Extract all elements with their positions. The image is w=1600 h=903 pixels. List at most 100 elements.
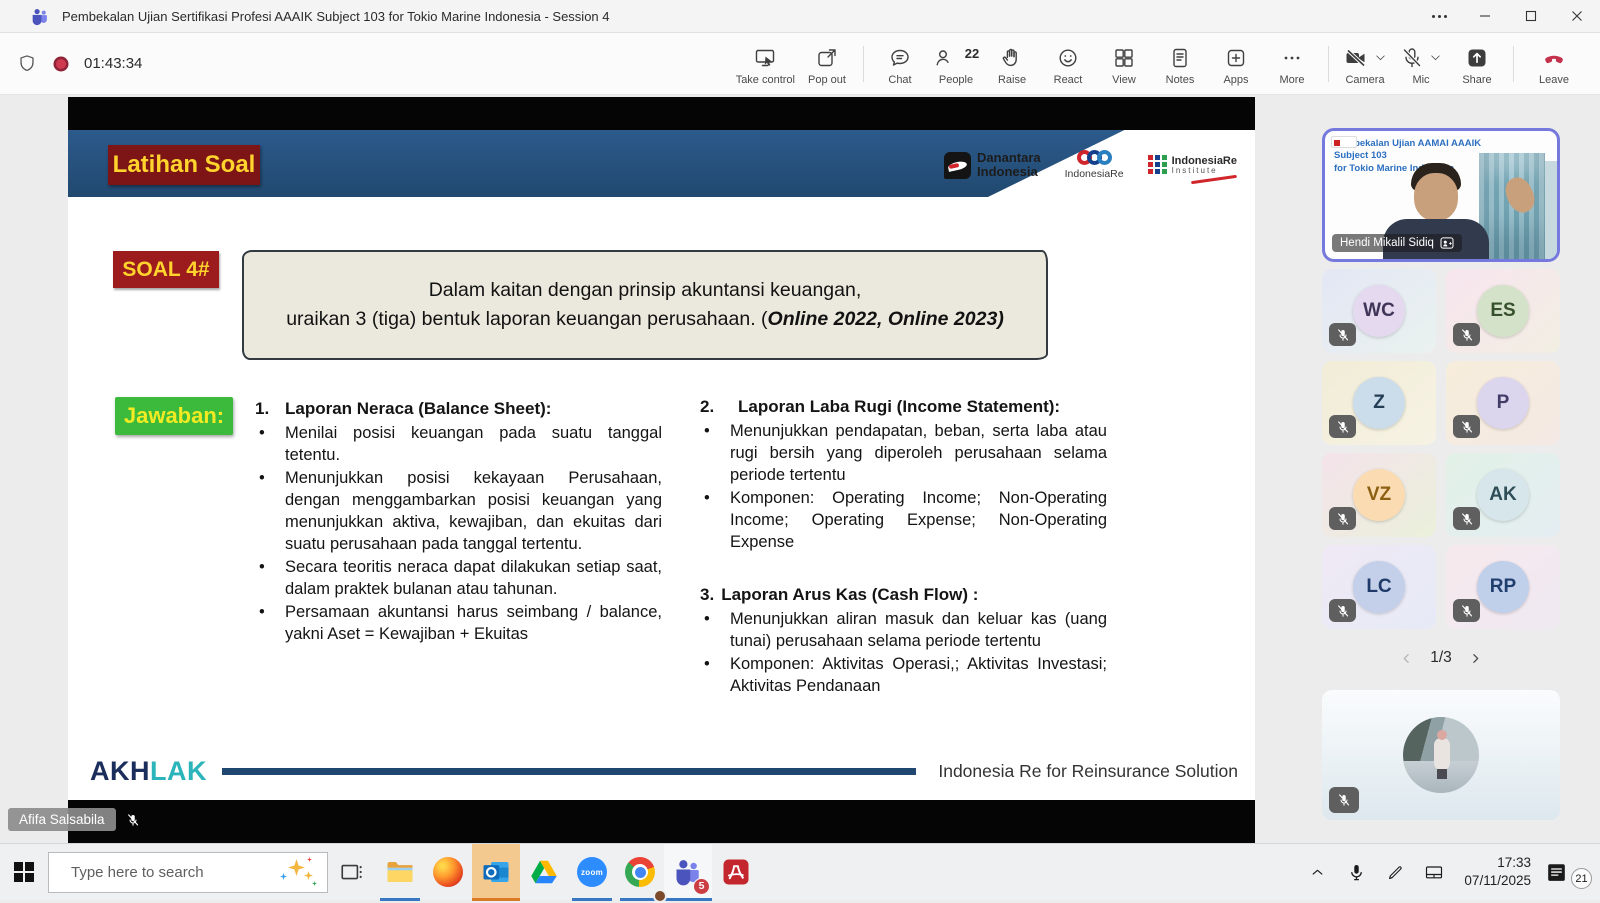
chat-button[interactable]: Chat (872, 40, 928, 88)
apps-icon (1224, 46, 1248, 70)
mic-muted-icon (1453, 323, 1480, 346)
notification-count-badge: 21 (1571, 868, 1592, 889)
participant-grid: WC ES Z P VZ AK (1322, 269, 1560, 629)
slide-footer: AKHLAK Indonesia Re for Reinsurance Solu… (90, 756, 1238, 787)
profile-photo-person (1434, 738, 1450, 770)
avatar: RP (1477, 561, 1529, 613)
question-box: Dalam kaitan dengan prinsip akuntansi ke… (242, 250, 1048, 360)
maximize-button[interactable] (1508, 0, 1554, 33)
pagination-next-icon[interactable] (1469, 652, 1482, 665)
camera-button[interactable]: Camera (1337, 40, 1393, 88)
zoom-button[interactable]: zoom (568, 844, 616, 901)
pop-out-icon (815, 46, 839, 70)
avatar: VZ (1353, 469, 1405, 521)
mic-muted-icon (1453, 599, 1480, 622)
slide-top-bar (68, 97, 1255, 130)
tray-chevron-up-icon[interactable] (1302, 852, 1332, 892)
notes-button[interactable]: Notes (1152, 40, 1208, 88)
avatar: AK (1477, 469, 1529, 521)
bullet: Komponen: Aktivitas Operasi,; Aktivitas … (700, 653, 1107, 697)
participant-tile[interactable]: RP (1446, 545, 1560, 629)
close-button[interactable] (1554, 0, 1600, 33)
slide: Latihan Soal Danantara Indonesia Indones… (68, 130, 1255, 800)
tray-pen-icon[interactable] (1380, 852, 1410, 892)
participant-tile[interactable]: WC (1322, 269, 1436, 353)
notification-center-button[interactable]: 21 (1546, 852, 1590, 892)
window-more-icon[interactable] (1416, 0, 1462, 33)
tray-touchpad-icon[interactable] (1419, 852, 1449, 892)
minimize-button[interactable] (1462, 0, 1508, 33)
take-control-icon (753, 46, 777, 70)
acrobat-icon (721, 857, 751, 887)
search-input[interactable] (71, 864, 270, 881)
more-button[interactable]: More (1264, 40, 1320, 88)
react-icon (1056, 46, 1080, 70)
danantara-logo: Danantara Indonesia (944, 151, 1041, 178)
google-drive-icon (529, 857, 559, 887)
mic-chevron-down-icon[interactable] (1429, 51, 1442, 64)
chat-icon (888, 46, 912, 70)
react-button[interactable]: React (1040, 40, 1096, 88)
mic-button[interactable]: Mic (1393, 40, 1449, 88)
participant-tile[interactable]: P (1446, 361, 1560, 445)
participant-tile[interactable]: VZ (1322, 453, 1436, 537)
indonesiare-institute-logo: IndonesiaRe Institute (1148, 155, 1237, 176)
tray-clock[interactable]: 17:33 07/11/2025 (1458, 854, 1537, 889)
participant-tile[interactable]: LC (1322, 545, 1436, 629)
pagination-prev-icon[interactable] (1400, 652, 1413, 665)
mic-muted-icon (1329, 415, 1356, 438)
windows-logo-icon (14, 862, 34, 882)
avatar: P (1477, 377, 1529, 429)
participant-tile[interactable]: Z (1322, 361, 1436, 445)
raise-hand-button[interactable]: Raise (984, 40, 1040, 88)
teams-button[interactable]: 5 (664, 844, 712, 901)
share-button[interactable]: Share (1449, 40, 1505, 88)
camera-chevron-down-icon[interactable] (1374, 51, 1387, 64)
bullet: Menilai posisi keuangan pada suatu tangg… (255, 422, 662, 466)
avatar: WC (1353, 285, 1405, 337)
toolbar-divider (1513, 46, 1514, 82)
participant-tile[interactable]: AK (1446, 453, 1560, 537)
speaker-video-tile[interactable]: Pembekalan Ujian AAMAI AAAIK Subject 103… (1322, 128, 1560, 262)
view-button[interactable]: View (1096, 40, 1152, 88)
chrome-button[interactable] (616, 844, 664, 901)
meeting-stage: Latihan Soal Danantara Indonesia Indones… (0, 95, 1600, 843)
file-explorer-button[interactable] (376, 844, 424, 901)
virtual-background-logo (1331, 136, 1357, 148)
outlook-button[interactable] (472, 844, 520, 901)
danantara-logo-icon (944, 152, 971, 179)
take-control-button[interactable]: Take control (732, 40, 799, 88)
teams-app-icon (30, 6, 50, 26)
jawaban-label: Jawaban: (115, 397, 233, 435)
tray-mic-icon[interactable] (1341, 852, 1371, 892)
task-view-button[interactable] (328, 844, 376, 901)
more-icon (1280, 46, 1304, 70)
camera-off-icon (1343, 46, 1369, 70)
acrobat-button[interactable] (712, 844, 760, 901)
participant-video-tile[interactable] (1322, 690, 1560, 820)
pop-out-button[interactable]: Pop out (799, 40, 855, 88)
speaker-silhouette-head (1414, 173, 1458, 221)
question-line1: Dalam kaitan dengan prinsip akuntansi ke… (429, 276, 862, 305)
windows-taskbar: zoom 5 (0, 843, 1600, 900)
chrome-profile-avatar (653, 889, 667, 903)
system-tray: 17:33 07/11/2025 21 (1302, 852, 1600, 892)
apps-button[interactable]: Apps (1208, 40, 1264, 88)
people-button[interactable]: 22 People (928, 40, 984, 88)
leave-button[interactable]: Leave (1522, 40, 1586, 88)
shield-icon (16, 53, 38, 75)
chrome-icon (625, 857, 655, 887)
footer-bar (222, 768, 916, 775)
taskbar-search[interactable] (48, 852, 328, 893)
avatar: LC (1353, 561, 1405, 613)
logo-row: Danantara Indonesia IndonesiaRe (944, 139, 1237, 191)
start-button[interactable] (0, 844, 48, 901)
institute-swoosh (1191, 175, 1237, 184)
mic-off-icon (1400, 46, 1424, 70)
google-drive-button[interactable] (520, 844, 568, 901)
participant-tile[interactable]: ES (1446, 269, 1560, 353)
share-icon (1465, 46, 1489, 70)
firefox-button[interactable] (424, 844, 472, 901)
tray-date: 07/11/2025 (1464, 872, 1531, 890)
participant-pagination: 1/3 (1322, 642, 1560, 674)
